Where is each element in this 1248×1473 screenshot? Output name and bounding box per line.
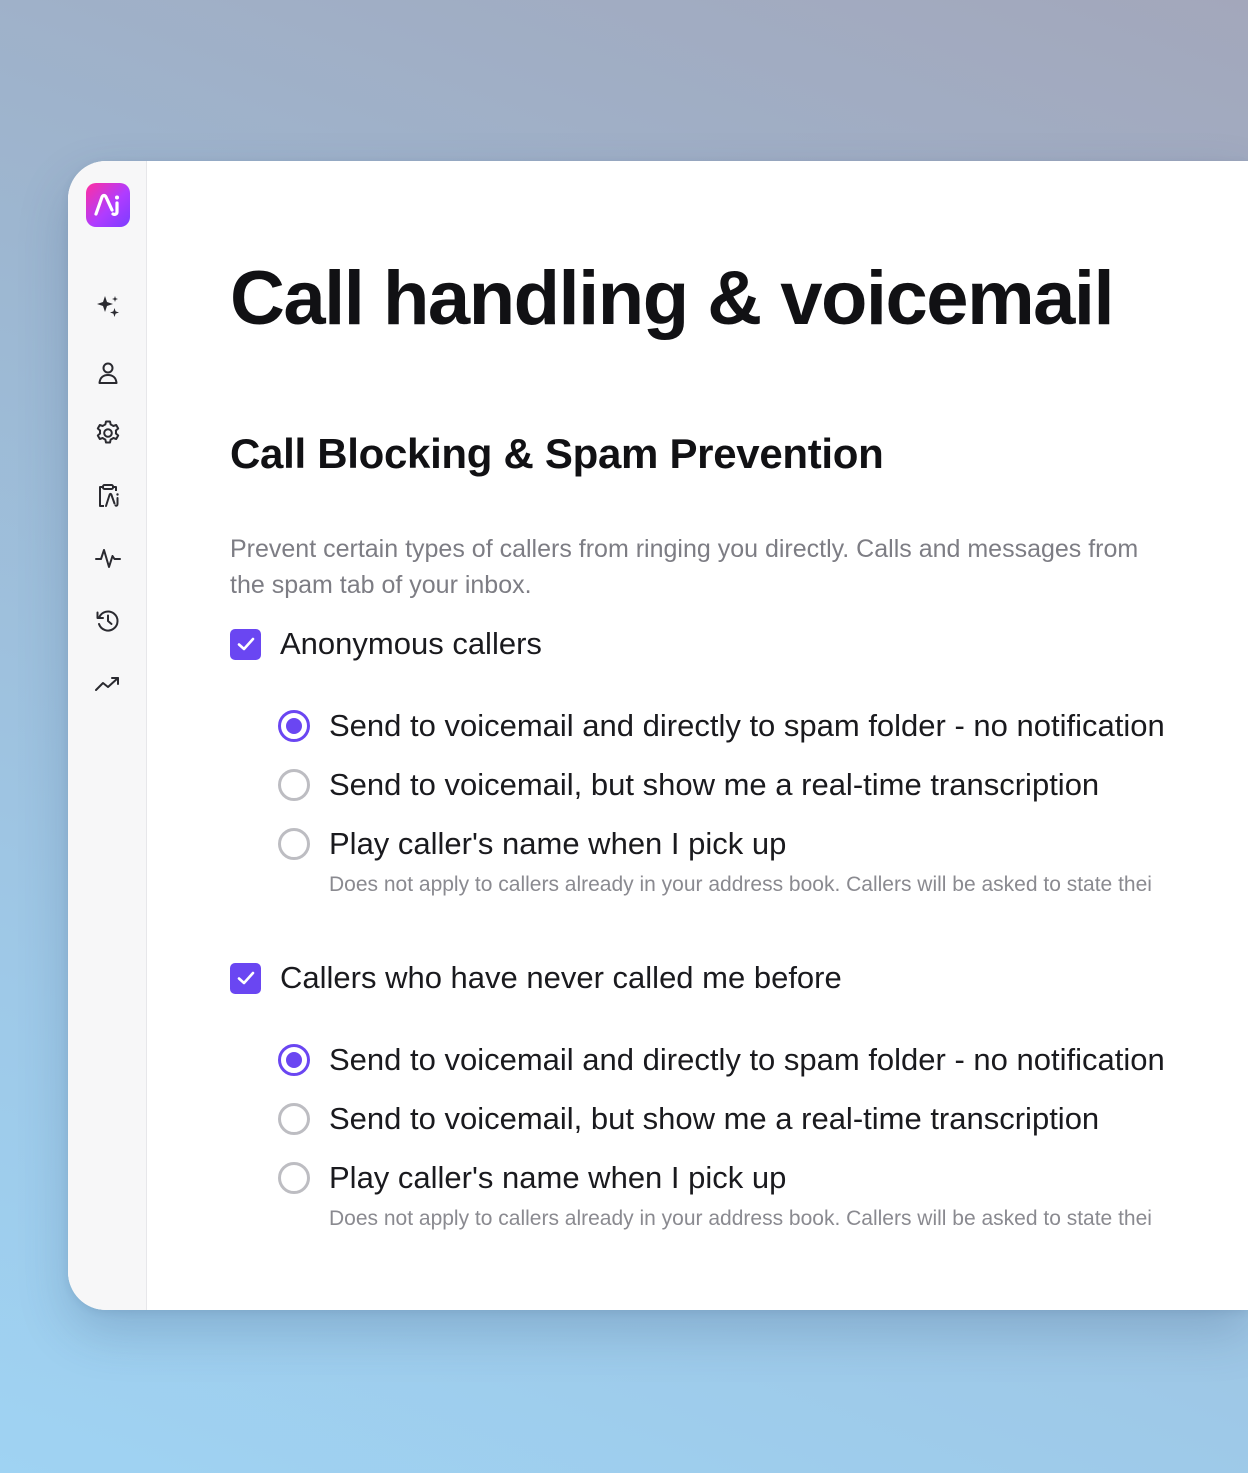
help-text: Does not apply to callers already in you… — [329, 873, 1152, 896]
app-logo[interactable] — [86, 183, 130, 227]
checkbox-label: Anonymous callers — [280, 626, 542, 661]
page-title: Call handling & voicemail — [230, 256, 1115, 341]
radio-button[interactable] — [278, 769, 310, 801]
gear-icon — [96, 420, 120, 444]
radio-label: Send to voicemail and directly to spam f… — [329, 1042, 1165, 1077]
radio-button[interactable] — [278, 1162, 310, 1194]
checkmark-icon — [237, 971, 254, 985]
radio-option[interactable]: Play caller's name when I pick up — [278, 824, 786, 864]
description-line: Prevent certain types of callers from ri… — [230, 535, 1139, 563]
radio-button-selected[interactable] — [278, 710, 310, 742]
user-icon — [98, 362, 118, 384]
activity-icon — [95, 549, 121, 568]
checkbox-label: Callers who have never called me before — [280, 960, 842, 995]
logo-mark-icon — [94, 193, 119, 216]
radio-option[interactable]: Play caller's name when I pick up — [278, 1158, 786, 1198]
trending-up-icon — [95, 677, 119, 691]
sidebar-item-analytics[interactable] — [93, 669, 123, 699]
anonymous-callers-checkbox[interactable]: Anonymous callers — [230, 624, 542, 664]
radio-button[interactable] — [278, 828, 310, 860]
radio-label: Play caller's name when I pick up — [329, 826, 787, 861]
new-callers-checkbox[interactable]: Callers who have never called me before — [230, 958, 842, 998]
help-text: Does not apply to callers already in you… — [329, 1207, 1152, 1230]
sidebar-item-profile[interactable] — [93, 358, 123, 388]
sidebar-item-clipboard[interactable] — [93, 481, 123, 511]
checkbox-checked[interactable] — [230, 962, 261, 994]
sidebar-item-activity[interactable] — [93, 543, 123, 573]
radio-label: Play caller's name when I pick up — [329, 1160, 787, 1195]
radio-label: Send to voicemail, but show me a real-ti… — [329, 1101, 1100, 1136]
section-description: Prevent certain types of callers from ri… — [230, 531, 1248, 603]
radio-option[interactable]: Send to voicemail and directly to spam f… — [278, 706, 1165, 746]
radio-option[interactable]: Send to voicemail and directly to spam f… — [278, 1040, 1165, 1080]
radio-option[interactable]: Send to voicemail, but show me a real-ti… — [278, 1099, 1099, 1139]
history-icon — [96, 610, 119, 632]
radio-button[interactable] — [278, 1103, 310, 1135]
main-content: Call handling & voicemail Call Blocking … — [230, 161, 1248, 1310]
checkmark-icon — [237, 637, 254, 651]
radio-option[interactable]: Send to voicemail, but show me a real-ti… — [278, 765, 1099, 805]
app-window: Call handling & voicemail Call Blocking … — [68, 161, 1248, 1310]
radio-label: Send to voicemail and directly to spam f… — [329, 708, 1165, 743]
sidebar-item-settings[interactable] — [93, 418, 123, 448]
radio-button-selected[interactable] — [278, 1044, 310, 1076]
checkbox-checked[interactable] — [230, 628, 261, 660]
sparkles-icon — [97, 296, 119, 317]
sidebar-item-history[interactable] — [93, 606, 123, 636]
radio-label: Send to voicemail, but show me a real-ti… — [329, 767, 1100, 802]
sidebar-item-ai[interactable] — [93, 291, 123, 321]
sidebar — [68, 161, 147, 1310]
description-line: the spam tab of your inbox. — [230, 571, 532, 599]
section-title: Call Blocking & Spam Prevention — [230, 430, 884, 477]
clipboard-icon — [99, 484, 119, 507]
